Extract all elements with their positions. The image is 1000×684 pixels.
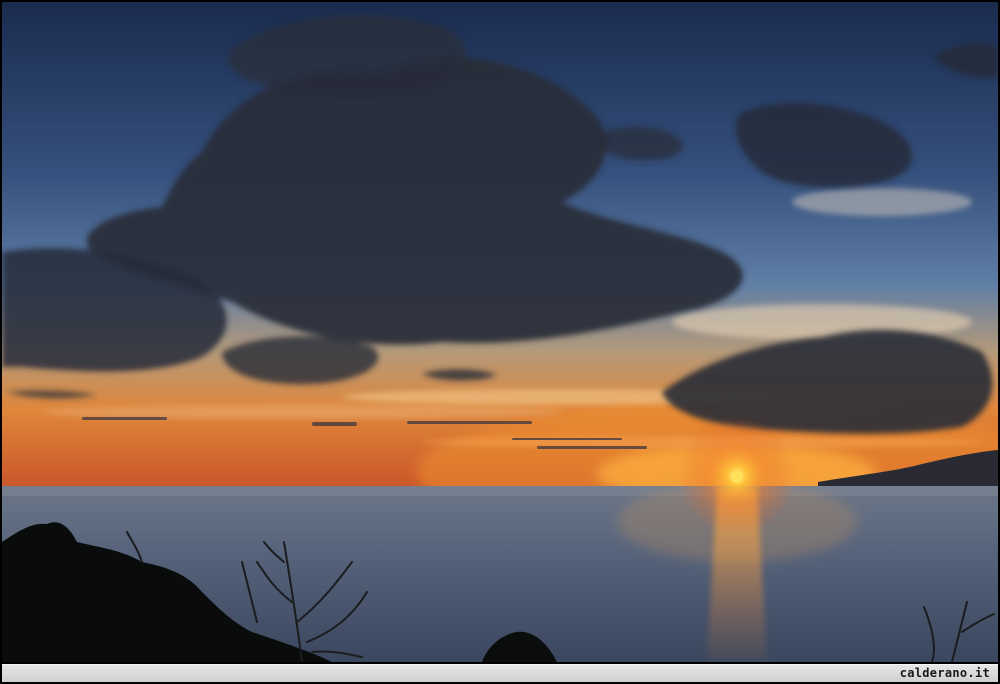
sunset-scene — [2, 2, 998, 662]
photo-frame: calderano.it — [0, 0, 1000, 684]
site-watermark: calderano.it — [899, 666, 990, 680]
sun — [731, 471, 743, 483]
caption-bar: calderano.it — [2, 664, 998, 682]
sunset-photo — [2, 2, 998, 662]
